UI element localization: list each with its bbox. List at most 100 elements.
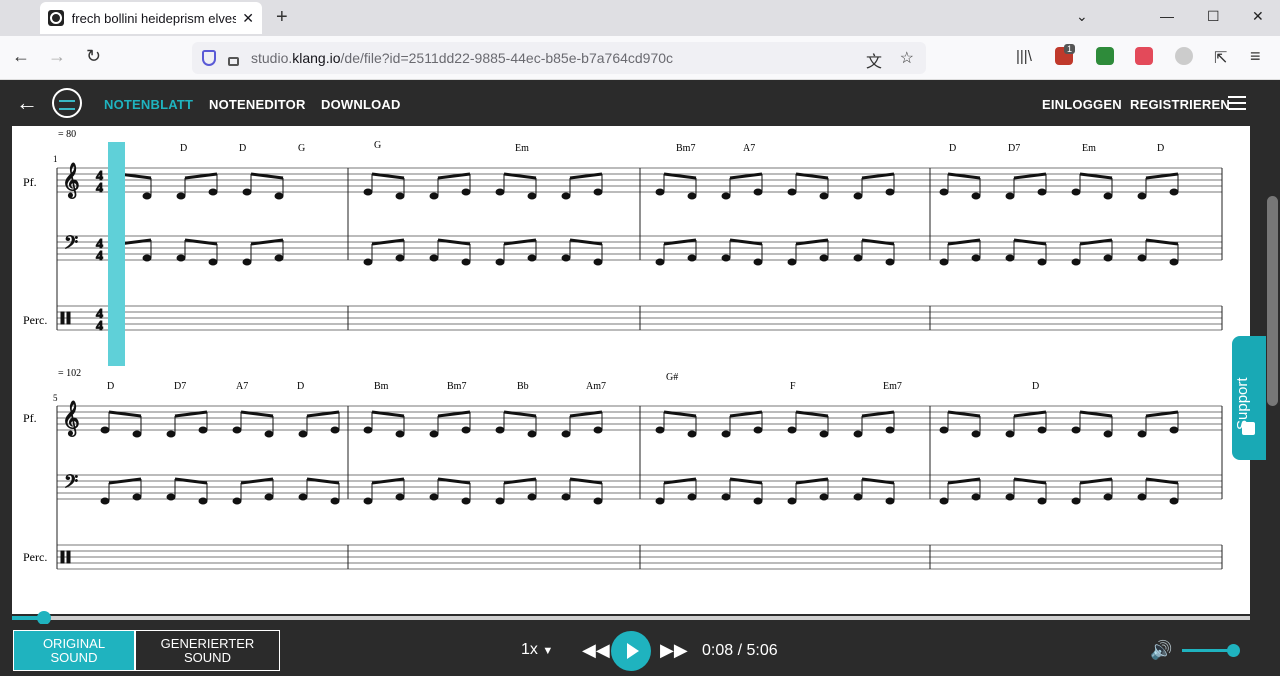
- note-head: [1071, 426, 1081, 434]
- note-beam: [947, 172, 981, 180]
- note-beam: [108, 410, 142, 418]
- note-head: [885, 426, 895, 434]
- tracking-protection-shield-icon[interactable]: [202, 50, 216, 66]
- tempo-marking-2: = 102: [58, 368, 81, 379]
- chord-symbol: Bb: [517, 381, 529, 392]
- address-bar[interactable]: studio.klang.io/de/file?id=2511dd22-9885…: [192, 42, 926, 74]
- lock-icon[interactable]: [228, 56, 239, 66]
- maximize-window-button[interactable]: ☐: [1207, 8, 1220, 25]
- note-beam: [371, 410, 405, 418]
- playback-progress-bar[interactable]: [12, 611, 1250, 625]
- note-head: [561, 192, 571, 200]
- note-beam: [437, 477, 471, 485]
- note-head: [1169, 426, 1179, 434]
- note-head: [721, 192, 731, 200]
- note-head: [132, 430, 142, 438]
- new-tab-button[interactable]: +: [276, 6, 288, 29]
- chevron-down-icon: ▼: [542, 645, 554, 657]
- note-beam: [1145, 172, 1179, 180]
- chord-symbol: Bm7: [447, 381, 466, 392]
- note-head: [429, 254, 439, 262]
- login-link[interactable]: EINLOGGEN: [1042, 97, 1122, 112]
- reload-icon[interactable]: ↻: [86, 46, 101, 67]
- note-head: [429, 192, 439, 200]
- browser-tab[interactable]: frech bollini heideprism elves ai ✕: [40, 2, 262, 34]
- hamburger-menu-icon[interactable]: [1228, 96, 1246, 110]
- note-head: [687, 254, 697, 262]
- note-head: [819, 192, 829, 200]
- bookmark-star-icon[interactable]: ☆: [900, 48, 914, 68]
- speed-select[interactable]: 1x ▼: [521, 641, 553, 659]
- note-beam: [503, 238, 537, 246]
- percussion-clef-icon: [60, 550, 65, 564]
- klang-logo-icon[interactable]: [52, 88, 82, 118]
- register-link[interactable]: REGISTRIEREN: [1130, 97, 1230, 112]
- note-head: [885, 188, 895, 196]
- note-head: [939, 497, 949, 505]
- minimize-window-button[interactable]: —: [1160, 8, 1174, 24]
- progress-knob[interactable]: [37, 611, 52, 625]
- note-head: [461, 497, 471, 505]
- note-head: [655, 426, 665, 434]
- support-tab[interactable]: Support: [1232, 336, 1266, 460]
- treble-clef-icon: 𝄞: [62, 163, 80, 199]
- page-scrollbar[interactable]: [1265, 126, 1280, 616]
- sheet-music-view[interactable]: 𝄞 𝄢 4 4 4 4 4 4 𝄞 𝄢 = 80 1 Pf. Perc. = 102 5 Pf. …: [12, 126, 1250, 614]
- checkmark-extension-icon[interactable]: [1096, 47, 1114, 65]
- note-head: [395, 493, 405, 501]
- tab-close-icon[interactable]: ✕: [242, 10, 254, 27]
- translate-icon[interactable]: 文: [866, 48, 882, 72]
- note-beam: [795, 410, 829, 418]
- close-window-button[interactable]: ✕: [1252, 8, 1264, 25]
- klang-favicon-icon: [48, 10, 64, 26]
- chord-symbol: A7: [743, 143, 755, 154]
- bass-clef-icon: 𝄢: [64, 232, 78, 257]
- note-head: [395, 254, 405, 262]
- note-head: [561, 254, 571, 262]
- note-head: [1005, 493, 1015, 501]
- generated-sound-button[interactable]: GENERIERTER SOUND: [135, 630, 280, 671]
- play-button[interactable]: [611, 631, 651, 671]
- original-sound-button[interactable]: ORIGINAL SOUND: [13, 630, 135, 671]
- back-arrow-icon[interactable]: ←: [12, 46, 30, 67]
- note-head: [1103, 493, 1113, 501]
- note-beam: [1013, 238, 1047, 246]
- chord-symbol: Em: [1082, 143, 1096, 154]
- nav-noteneditor[interactable]: NOTENEDITOR: [209, 97, 306, 112]
- rewind-icon[interactable]: ◀◀: [582, 640, 610, 661]
- note-head: [853, 493, 863, 501]
- note-head: [971, 430, 981, 438]
- note-head: [561, 430, 571, 438]
- fast-forward-icon[interactable]: ▶▶: [660, 640, 688, 661]
- browser-menu-icon[interactable]: ≡: [1250, 46, 1261, 67]
- translator-extension-icon[interactable]: [1135, 47, 1153, 65]
- note-head: [166, 493, 176, 501]
- note-beam: [240, 410, 274, 418]
- extension-puzzle-circle-icon[interactable]: [1175, 47, 1193, 65]
- chord-symbol: A7: [236, 381, 248, 392]
- tab-list-chevron-icon[interactable]: ⌄: [1076, 8, 1088, 25]
- share-icon[interactable]: ⇱: [1214, 48, 1227, 68]
- support-label: Support: [1234, 377, 1251, 430]
- scrollbar-thumb[interactable]: [1267, 196, 1278, 406]
- note-beam: [437, 172, 471, 180]
- forward-arrow-icon[interactable]: →: [48, 46, 66, 67]
- volume-slider-knob[interactable]: [1227, 644, 1240, 657]
- chord-symbol: D: [107, 381, 114, 392]
- volume-icon[interactable]: 🔊: [1150, 640, 1172, 661]
- back-arrow-icon[interactable]: ←: [16, 90, 38, 116]
- chord-symbol: Em: [515, 143, 529, 154]
- note-beam: [184, 172, 218, 180]
- note-head: [687, 192, 697, 200]
- library-icon[interactable]: |||\: [1016, 48, 1032, 65]
- note-head: [176, 192, 186, 200]
- note-head: [142, 192, 152, 200]
- note-head: [1169, 188, 1179, 196]
- note-head: [298, 430, 308, 438]
- time-signature-treble: 4: [96, 181, 103, 196]
- note-head: [1137, 192, 1147, 200]
- note-head: [787, 258, 797, 266]
- nav-download[interactable]: DOWNLOAD: [321, 97, 401, 112]
- chord-symbol: D: [949, 143, 956, 154]
- nav-notenblatt[interactable]: NOTENBLATT: [104, 97, 193, 112]
